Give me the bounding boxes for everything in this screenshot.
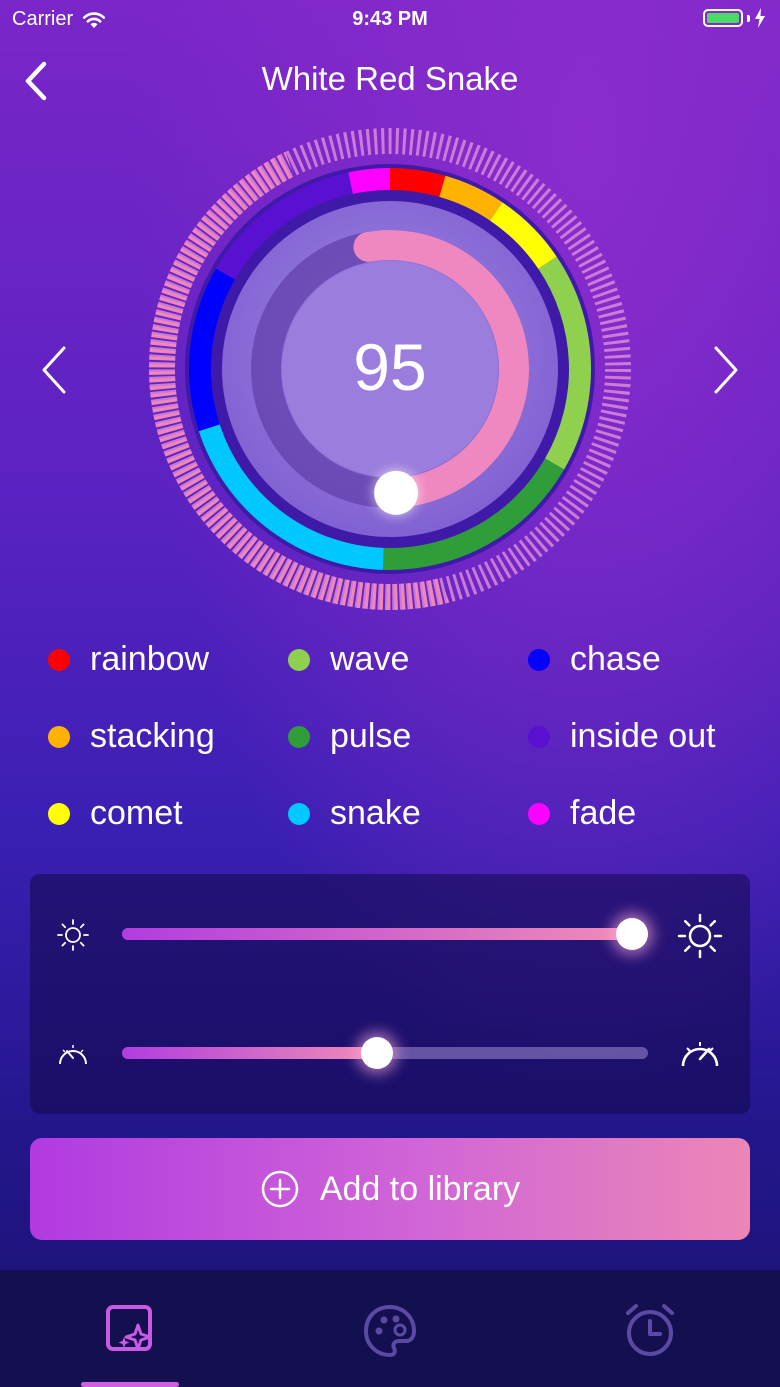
legend-item-rainbow[interactable]: rainbow [48, 640, 209, 679]
alarm-clock-icon [626, 1304, 674, 1356]
tab-effects[interactable] [95, 1296, 165, 1366]
sun-small-icon [57, 919, 89, 951]
color-dot [528, 648, 550, 671]
slider-thumb[interactable] [361, 1037, 393, 1069]
legend-label: wave [330, 640, 410, 678]
page-title: White Red Snake [261, 60, 519, 97]
previous-effect-button[interactable] [34, 340, 74, 400]
charging-bolt-icon [755, 8, 765, 28]
battery-icon [703, 9, 743, 27]
controls-panel [30, 874, 750, 1114]
brightness-slider[interactable] [122, 914, 662, 954]
add-to-library-label: Add to library [319, 1169, 521, 1208]
nav-header: White Red Snake [0, 52, 780, 112]
color-dot [48, 725, 70, 748]
tab-palette[interactable] [355, 1296, 425, 1366]
chevron-left-icon [42, 346, 66, 394]
legend-item-stacking[interactable]: stacking [48, 717, 215, 756]
legend-label: comet [90, 794, 183, 832]
speedometer-slow-icon [59, 1045, 87, 1065]
ring-segment-rainbow [389, 168, 446, 198]
palette-icon [363, 1304, 417, 1358]
legend-item-wave[interactable]: wave [288, 640, 409, 679]
active-tab-indicator [81, 1382, 179, 1387]
color-dot [48, 802, 70, 825]
status-bar: Carrier 9:43 PM [0, 0, 780, 40]
legend-label: fade [570, 794, 637, 832]
next-effect-button[interactable] [706, 340, 746, 400]
ring-segment-fade [348, 168, 391, 194]
status-time: 9:43 PM [352, 8, 428, 30]
speedometer-fast-icon [681, 1042, 719, 1067]
tab-timer[interactable] [615, 1296, 685, 1366]
speed-slider[interactable] [122, 1033, 662, 1073]
legend-item-inside-out[interactable]: inside out [528, 717, 716, 756]
color-dot [528, 725, 550, 748]
legend-label: stacking [90, 717, 215, 755]
color-dot [288, 648, 310, 671]
slider-fill [122, 928, 632, 940]
color-dot [48, 648, 70, 671]
add-to-library-button[interactable]: Add to library [30, 1138, 750, 1240]
effects-icon [106, 1305, 152, 1351]
slider-thumb[interactable] [616, 918, 648, 950]
legend-item-chase[interactable]: chase [528, 640, 661, 679]
legend-item-fade[interactable]: fade [528, 794, 636, 833]
chevron-right-icon [714, 346, 738, 394]
color-dot [288, 802, 310, 825]
legend-item-comet[interactable]: comet [48, 794, 183, 833]
color-dot [528, 802, 550, 825]
dial-value: 95 [353, 330, 427, 404]
legend-label: chase [570, 640, 661, 678]
effect-dial: 95 [145, 124, 635, 614]
legend-item-snake[interactable]: snake [288, 794, 421, 833]
sun-large-icon [677, 913, 723, 959]
color-dot [288, 725, 310, 748]
legend-label: pulse [330, 717, 412, 755]
legend-label: inside out [570, 717, 716, 755]
slider-fill [122, 1047, 377, 1059]
progress-knob[interactable] [374, 470, 419, 515]
legend-label: rainbow [90, 640, 210, 678]
legend-item-pulse[interactable]: pulse [288, 717, 411, 756]
plus-circle-icon [261, 1170, 299, 1208]
tab-bar [0, 1270, 780, 1387]
battery-indicator [703, 8, 766, 28]
legend-label: snake [330, 794, 421, 832]
